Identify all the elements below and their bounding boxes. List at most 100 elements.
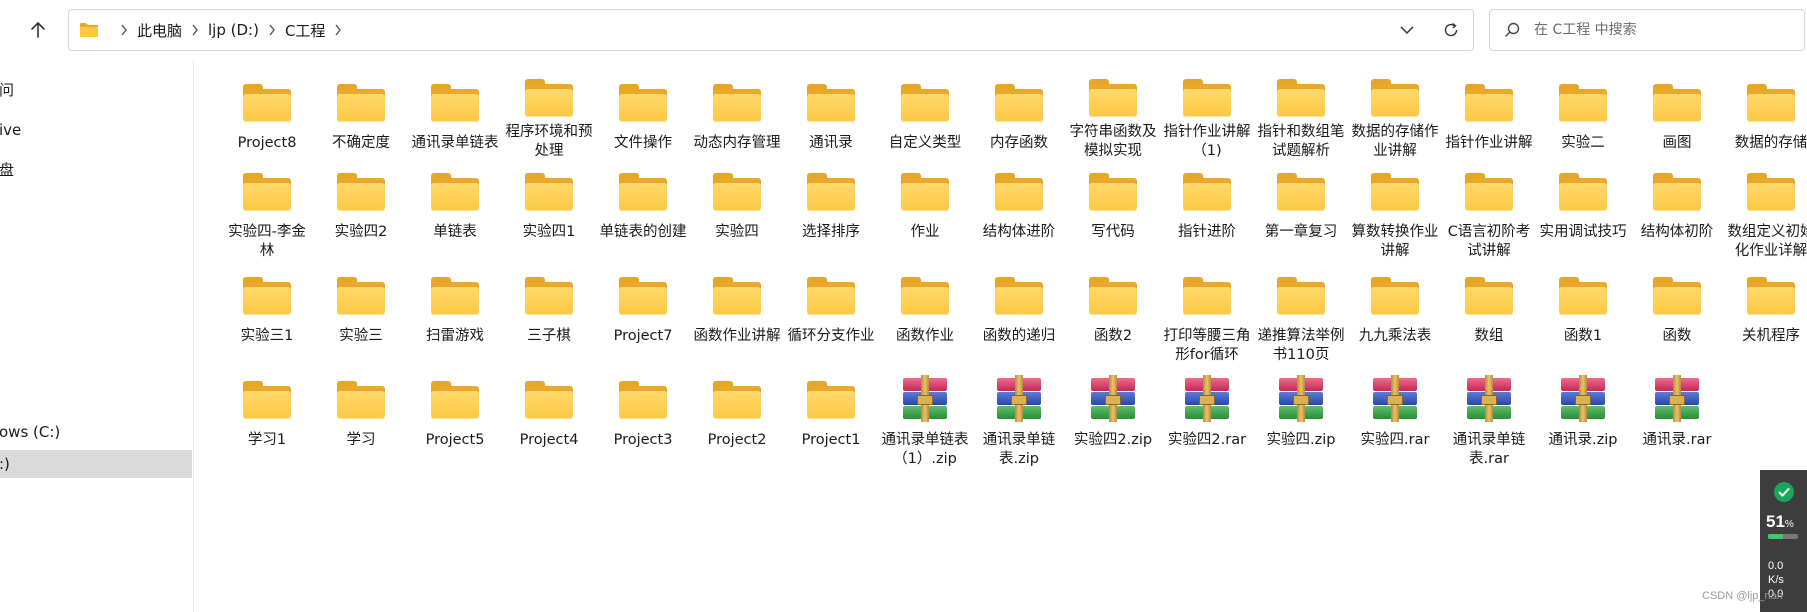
folder-item[interactable]: 函数作业: [878, 265, 972, 369]
file-name-label: Project2: [707, 432, 767, 448]
folder-item[interactable]: 学习1: [220, 369, 314, 473]
folder-item[interactable]: 数组: [1442, 265, 1536, 369]
folder-item[interactable]: 动态内存管理: [690, 72, 784, 161]
folder-item[interactable]: 九九乘法表: [1348, 265, 1442, 369]
folder-item[interactable]: 学习: [314, 369, 408, 473]
folder-item[interactable]: 程序环境和预处理: [502, 72, 596, 161]
sidebar-item-drive-c[interactable]: ows (C:): [0, 418, 192, 446]
folder-item[interactable]: 实验三: [314, 265, 408, 369]
folder-item[interactable]: 数据的存储作业讲解: [1348, 72, 1442, 161]
archive-file-item[interactable]: 通讯录单链表（1）.zip: [878, 369, 972, 473]
folder-item[interactable]: 三子棋: [502, 265, 596, 369]
folder-item[interactable]: C语言初阶考试讲解: [1442, 161, 1536, 265]
folder-icon: [1367, 167, 1423, 217]
folder-item[interactable]: 不确定度: [314, 72, 408, 161]
file-name-label: 程序环境和预处理: [505, 124, 593, 159]
folder-item[interactable]: 指针和数组笔试题解析: [1254, 72, 1348, 161]
toolbar: 此电脑 ljp (D:) C工程: [0, 0, 1807, 60]
folder-item[interactable]: 实验四: [690, 161, 784, 265]
folder-item[interactable]: 单链表: [408, 161, 502, 265]
folder-item[interactable]: 算数转换作业讲解: [1348, 161, 1442, 265]
folder-item[interactable]: 写代码: [1066, 161, 1160, 265]
folder-item[interactable]: 函数2: [1066, 265, 1160, 369]
breadcrumb-this-pc[interactable]: 此电脑: [137, 20, 182, 41]
folder-item[interactable]: 通讯录: [784, 72, 878, 161]
chevron-right-icon[interactable]: [120, 24, 128, 36]
folder-item[interactable]: 实验二: [1536, 72, 1630, 161]
address-bar[interactable]: 此电脑 ljp (D:) C工程: [68, 9, 1474, 51]
folder-item[interactable]: 结构体初阶: [1630, 161, 1724, 265]
folder-item[interactable]: 指针作业讲解（1): [1160, 72, 1254, 161]
folder-item[interactable]: 扫雷游戏: [408, 265, 502, 369]
folder-item[interactable]: 选择排序: [784, 161, 878, 265]
folder-item[interactable]: 画图: [1630, 72, 1724, 161]
archive-file-item[interactable]: 实验四2.zip: [1066, 369, 1160, 473]
sidebar-item-network-disk[interactable]: 盘: [0, 156, 192, 184]
sidebar-item-quick-access[interactable]: 问: [0, 76, 192, 104]
folder-item[interactable]: 实用调试技巧: [1536, 161, 1630, 265]
folder-item[interactable]: 内存函数: [972, 72, 1066, 161]
folder-item[interactable]: Project2: [690, 369, 784, 473]
sidebar-item-drive-d[interactable]: :): [0, 450, 192, 478]
archive-file-item[interactable]: 实验四.rar: [1348, 369, 1442, 473]
folder-item[interactable]: Project8: [220, 72, 314, 161]
folder-item[interactable]: 函数1: [1536, 265, 1630, 369]
search-box[interactable]: [1489, 9, 1805, 51]
archive-file-item[interactable]: 实验四.zip: [1254, 369, 1348, 473]
folder-item[interactable]: 数组定义初始化作业详解: [1724, 161, 1807, 265]
folder-item[interactable]: 函数: [1630, 265, 1724, 369]
chevron-right-icon[interactable]: [268, 24, 276, 36]
folder-item[interactable]: 递推算法举例书110页: [1254, 265, 1348, 369]
folder-item[interactable]: 打印等腰三角形for循环: [1160, 265, 1254, 369]
folder-item[interactable]: Project5: [408, 369, 502, 473]
folder-item[interactable]: 指针进阶: [1160, 161, 1254, 265]
file-name-label: 数组: [1474, 328, 1504, 344]
folder-item[interactable]: 结构体进阶: [972, 161, 1066, 265]
folder-item[interactable]: 实验四-李金林: [220, 161, 314, 265]
archive-file-item[interactable]: 通讯录单链表.zip: [972, 369, 1066, 473]
breadcrumb-c-project[interactable]: C工程: [285, 20, 325, 41]
history-dropdown-button[interactable]: [1385, 10, 1429, 50]
file-name-label: 通讯录单链表: [411, 135, 499, 151]
archive-file-item[interactable]: 实验四2.rar: [1160, 369, 1254, 473]
folder-item[interactable]: 关机程序: [1724, 265, 1807, 369]
file-name-label: 数据的存储作业讲解: [1351, 124, 1439, 159]
folder-item[interactable]: 通讯录单链表: [408, 72, 502, 161]
folder-item[interactable]: 实验四2: [314, 161, 408, 265]
folder-icon: [709, 271, 765, 321]
folder-item[interactable]: 自定义类型: [878, 72, 972, 161]
folder-item[interactable]: Project3: [596, 369, 690, 473]
folder-item[interactable]: 指针作业讲解: [1442, 72, 1536, 161]
archive-file-item[interactable]: 通讯录.zip: [1536, 369, 1630, 473]
folder-icon: [1273, 271, 1329, 321]
file-name-label: 打印等腰三角形for循环: [1163, 328, 1251, 363]
folder-item[interactable]: 函数作业讲解: [690, 265, 784, 369]
breadcrumb-drive-d[interactable]: ljp (D:): [208, 21, 259, 39]
folder-item[interactable]: Project7: [596, 265, 690, 369]
folder-item[interactable]: 函数的递归: [972, 265, 1066, 369]
refresh-button[interactable]: [1429, 10, 1473, 50]
folder-item[interactable]: 字符串函数及模拟实现: [1066, 72, 1160, 161]
folder-item[interactable]: Project1: [784, 369, 878, 473]
sidebar-item-onedrive[interactable]: ive: [0, 116, 192, 144]
search-input[interactable]: [1532, 21, 1786, 39]
chevron-right-icon[interactable]: [191, 24, 199, 36]
folder-icon: [803, 375, 859, 425]
folder-item[interactable]: Project4: [502, 369, 596, 473]
folder-icon: [803, 167, 859, 217]
file-name-label: 字符串函数及模拟实现: [1069, 124, 1157, 159]
archive-file-item[interactable]: 通讯录.rar: [1630, 369, 1724, 473]
folder-item[interactable]: 实验三1: [220, 265, 314, 369]
folder-item[interactable]: 单链表的创建: [596, 161, 690, 265]
folder-item[interactable]: 循环分支作业: [784, 265, 878, 369]
archive-file-item[interactable]: 通讯录单链表.rar: [1442, 369, 1536, 473]
folder-item[interactable]: 第一章复习: [1254, 161, 1348, 265]
folder-item[interactable]: 数据的存储: [1724, 72, 1807, 161]
folder-icon: [1555, 78, 1611, 128]
folder-item[interactable]: 作业: [878, 161, 972, 265]
folder-item[interactable]: 实验四1: [502, 161, 596, 265]
chevron-right-icon[interactable]: [334, 24, 342, 36]
folder-item[interactable]: 文件操作: [596, 72, 690, 161]
file-name-label: 通讯录单链表（1）.zip: [881, 432, 969, 467]
up-button[interactable]: [18, 10, 58, 50]
